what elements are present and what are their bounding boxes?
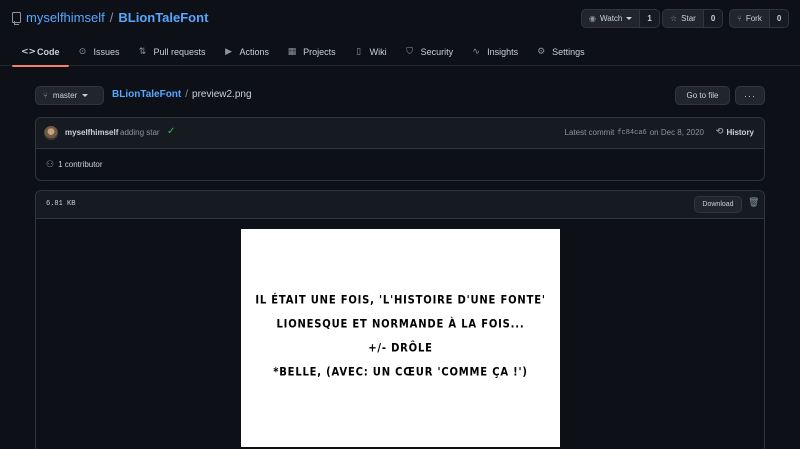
contributors-link[interactable]: ⚇ 1 contributor (46, 160, 103, 170)
issue-icon: ⊙ (78, 47, 87, 57)
star-count[interactable]: 0 (702, 10, 723, 27)
star-main[interactable]: ☆ Star (663, 10, 703, 27)
repo-name-link[interactable]: BLionTaleFont (118, 10, 208, 25)
tab-actions-label: Actions (239, 47, 270, 57)
play-icon: ▶ (225, 47, 232, 57)
check-icon[interactable]: ✓ (167, 126, 175, 137)
chevron-down-icon (626, 17, 633, 20)
preview-text-line-3: +/- drôle (368, 342, 433, 355)
watch-label: Watch (599, 14, 623, 23)
watch-main[interactable]: ◉ Watch (582, 10, 639, 27)
commit-author-link[interactable]: myselfhimself (65, 128, 118, 137)
code-icon: <> (21, 47, 37, 57)
tab-security-label: Security (420, 47, 454, 57)
tab-projects-label: Projects (303, 47, 336, 57)
graph-icon: ∿ (472, 47, 480, 57)
breadcrumb-separator: / (185, 89, 189, 100)
tab-wiki[interactable]: ▯ Wiki (345, 38, 396, 66)
fork-label: Fork (745, 14, 762, 23)
fork-main[interactable]: ⑂ Fork (730, 10, 769, 27)
breadcrumb-repo-link[interactable]: BLionTaleFont (112, 89, 181, 100)
branch-select-button[interactable]: ⑂ master (35, 86, 104, 105)
branch-icon: ⑂ (43, 91, 48, 100)
tab-code-label: Code (37, 47, 60, 57)
shield-icon: ⛉ (406, 47, 413, 57)
repo-owner-link[interactable]: myselfhimself (26, 10, 105, 25)
watch-button[interactable]: ◉ Watch 1 (581, 9, 660, 28)
avatar[interactable] (44, 126, 58, 140)
repo-tabs: <> Code ⊙ Issues ⇅ Pull requests ▶ Actio… (12, 38, 594, 67)
gear-icon: ⚙ (537, 47, 546, 57)
branch-name: master (52, 91, 78, 100)
breadcrumb: BLionTaleFont / preview2.png (112, 89, 252, 100)
star-button[interactable]: ☆ Star 0 (662, 9, 724, 28)
repo-title: myselfhimself / BLionTaleFont (12, 10, 208, 25)
preview-text-line-4: *belle, (avec: un cœur 'comme ça !') (273, 366, 528, 379)
tab-pull-requests[interactable]: ⇅ Pull requests (129, 38, 215, 66)
repo-header: myselfhimself / BLionTaleFont ◉ Watch 1 … (0, 0, 800, 67)
latest-commit-label: Latest commit (564, 128, 615, 137)
commit-box: myselfhimself adding star ✓ Latest commi… (35, 117, 765, 181)
tab-settings-label: Settings (552, 47, 585, 57)
eye-icon: ◉ (589, 14, 596, 23)
history-icon: ⟲ (715, 127, 724, 137)
more-options-button[interactable]: ··· (735, 86, 765, 105)
latest-commit-info: Latest commit fc84ca6 on Dec 8, 2020 (565, 128, 704, 137)
tab-code[interactable]: <> Code (12, 38, 69, 67)
tab-issues-label: Issues (93, 47, 120, 57)
repo-icon (12, 12, 21, 25)
file-box: 6.81 KB Download 🗑 Il était une fois, 'l… (35, 190, 765, 449)
file-header: 6.81 KB Download 🗑 (36, 191, 764, 219)
star-icon: ☆ (670, 14, 678, 23)
trash-icon[interactable]: 🗑 (748, 198, 759, 208)
file-size: 6.81 KB (46, 200, 76, 208)
tab-insights-label: Insights (487, 47, 519, 57)
pull-request-icon: ⇅ (138, 47, 147, 57)
tab-pull-requests-label: Pull requests (153, 47, 206, 57)
tab-projects[interactable]: ▦ Projects (278, 38, 345, 66)
fork-icon: ⑂ (737, 14, 742, 23)
tab-issues[interactable]: ⊙ Issues (69, 38, 129, 66)
tab-insights[interactable]: ∿ Insights (462, 38, 527, 66)
tab-wiki-label: Wiki (369, 47, 387, 57)
fork-count[interactable]: 0 (768, 10, 789, 27)
tab-settings[interactable]: ⚙ Settings (527, 38, 594, 66)
breadcrumb-file-name: preview2.png (192, 89, 252, 100)
history-label: History (726, 127, 754, 137)
repo-separator: / (109, 10, 114, 25)
commit-message-link[interactable]: adding star (120, 128, 160, 137)
preview-text-line-2: lionesque et normande à la fois... (276, 318, 525, 331)
image-preview: Il était une fois, 'l'histoire d'une fon… (241, 229, 560, 447)
people-icon: ⚇ (46, 160, 55, 170)
tab-actions[interactable]: ▶ Actions (215, 38, 279, 66)
commit-date: on Dec 8, 2020 (649, 128, 704, 137)
commit-sha-link[interactable]: fc84ca6 (617, 128, 646, 137)
star-label: Star (681, 14, 696, 23)
history-link[interactable]: ⟲ History (716, 127, 754, 137)
preview-text-line-1: Il était une fois, 'l'histoire d'une fon… (255, 294, 546, 307)
project-icon: ▦ (287, 47, 297, 57)
chevron-down-icon (82, 94, 89, 97)
contributors-label: 1 contributor (58, 160, 103, 169)
tab-security[interactable]: ⛉ Security (396, 38, 463, 66)
download-button[interactable]: Download (694, 196, 742, 213)
commit-header: myselfhimself adding star ✓ Latest commi… (36, 118, 764, 149)
watch-count[interactable]: 1 (639, 10, 659, 27)
go-to-file-button[interactable]: Go to file (675, 86, 730, 105)
book-icon: ▯ (356, 47, 362, 57)
fork-button[interactable]: ⑂ Fork 0 (729, 9, 790, 28)
